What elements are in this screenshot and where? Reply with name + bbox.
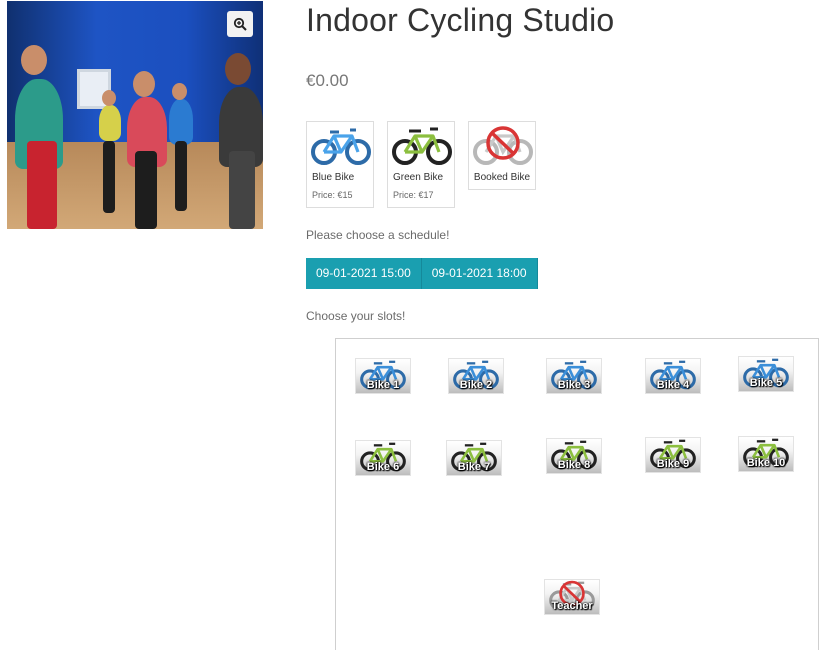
blue-bike-icon xyxy=(311,128,371,165)
slot-label: Bike 9 xyxy=(656,458,690,470)
slot-bike-1[interactable]: Bike 1 xyxy=(355,358,411,394)
rider-head xyxy=(102,90,116,106)
slot-label: Bike 4 xyxy=(656,379,690,391)
legend-name: Booked Bike xyxy=(473,172,531,183)
bike-frame xyxy=(27,141,57,229)
legend-blue-bike: Blue Bike Price: €15 xyxy=(306,121,374,208)
slot-bike-4[interactable]: Bike 4 xyxy=(645,358,701,394)
schedule-button-1800[interactable]: 09-01-2021 18:00 xyxy=(421,258,538,289)
schedule-prompt: Please choose a schedule! xyxy=(306,228,450,242)
legend-price: Price: €17 xyxy=(393,190,434,200)
slot-label: Bike 2 xyxy=(459,379,493,391)
product-price: €0.00 xyxy=(306,71,349,90)
green-bike-icon xyxy=(392,127,452,165)
slot-label: Bike 3 xyxy=(557,379,591,391)
rider-head xyxy=(225,53,251,85)
slot-label: Bike 7 xyxy=(457,461,491,473)
product-image xyxy=(7,1,263,229)
bike-frame xyxy=(175,141,187,211)
slot-bike-8[interactable]: Bike 8 xyxy=(546,438,602,474)
slots-prompt: Choose your slots! xyxy=(306,309,406,323)
legend-name: Green Bike xyxy=(393,172,444,183)
schedule-button-1500[interactable]: 09-01-2021 15:00 xyxy=(306,258,422,289)
rider-figure xyxy=(99,105,121,141)
slot-label: Bike 8 xyxy=(557,459,591,471)
bike-frame xyxy=(135,151,157,229)
slot-bike-5[interactable]: Bike 5 xyxy=(738,356,794,392)
slot-bike-9[interactable]: Bike 9 xyxy=(645,437,701,473)
slot-label: Bike 1 xyxy=(366,379,400,391)
schedule-options: 09-01-2021 15:00 09-01-2021 18:00 xyxy=(306,258,538,289)
slot-teacher: Teacher xyxy=(544,579,600,615)
slot-bike-2[interactable]: Bike 2 xyxy=(448,358,504,394)
slot-label: Bike 5 xyxy=(749,377,783,389)
product-title: Indoor Cycling Studio xyxy=(306,2,615,38)
bike-legend: Blue Bike Price: €15 Green Bike Price: €… xyxy=(306,121,536,208)
bike-frame xyxy=(103,141,115,213)
slot-bike-10[interactable]: Bike 10 xyxy=(738,436,794,472)
legend-price: Price: €15 xyxy=(312,190,353,200)
legend-green-bike: Green Bike Price: €17 xyxy=(387,121,455,208)
zoom-icon[interactable] xyxy=(227,11,253,37)
slot-bike-3[interactable]: Bike 3 xyxy=(546,358,602,394)
slot-label: Teacher xyxy=(551,600,593,612)
booked-bike-icon xyxy=(473,126,533,165)
magnifier-plus-icon xyxy=(233,17,247,31)
rider-head xyxy=(21,45,47,75)
slot-map: Bike 1 Bike 2 Bike 3 Bike 4 Bike 5 Bike … xyxy=(335,338,819,650)
rider-head xyxy=(172,83,187,100)
legend-name: Blue Bike xyxy=(312,172,355,183)
slot-label: Bike 10 xyxy=(746,457,786,469)
slot-bike-7[interactable]: Bike 7 xyxy=(446,440,502,476)
legend-booked-bike: Booked Bike xyxy=(468,121,536,190)
slot-bike-6[interactable]: Bike 6 xyxy=(355,440,411,476)
bike-frame xyxy=(229,151,255,229)
rider-head xyxy=(133,71,155,97)
rider-figure xyxy=(169,99,193,145)
slot-label: Bike 6 xyxy=(366,461,400,473)
